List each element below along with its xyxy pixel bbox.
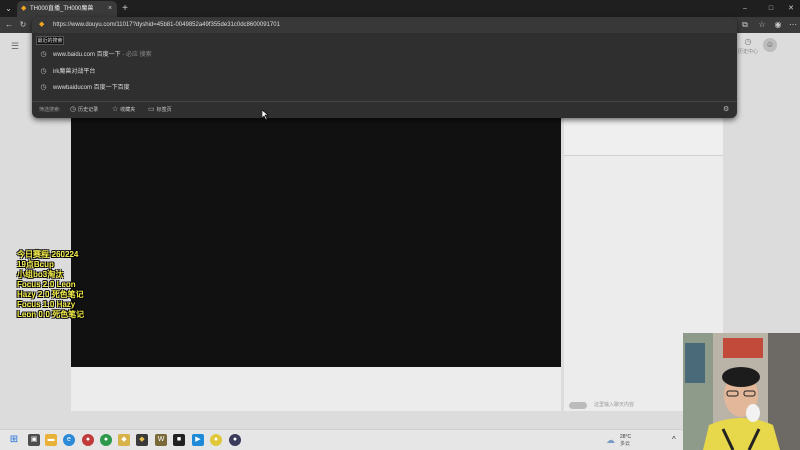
suggestion-text: wwwbaiducom 百度一下百度: [53, 85, 130, 91]
new-tab-button[interactable]: +: [119, 1, 131, 16]
app-icon-lime[interactable]: ●: [210, 434, 222, 446]
suggestion-subtext: - 必应 搜索: [120, 52, 152, 58]
overlay-line: Focus 1:0 Hazy: [17, 300, 76, 309]
site-icon: ◆: [39, 21, 45, 28]
history-icon: ◷: [40, 51, 47, 58]
chat-input-placeholder: 这里输入聊天内容: [594, 402, 635, 408]
history-center-button[interactable]: ◷ 历史中心: [735, 37, 761, 59]
suggestion-item[interactable]: ◷ www.baidu.com 百度一下 - 必应 搜索: [32, 47, 737, 63]
tab-title: TH000直播_TH000魔兽: [30, 6, 94, 12]
tray-chevron-icon[interactable]: ^: [672, 434, 682, 446]
app-icon-yellow[interactable]: ◆: [118, 434, 130, 446]
favorites-icon[interactable]: ☆: [756, 19, 768, 31]
hamburger-menu-icon[interactable]: ☰: [11, 41, 21, 51]
tabs-icon: ▭: [148, 106, 155, 113]
app-icon-red[interactable]: ●: [82, 434, 94, 446]
app-icon-dark[interactable]: ◆: [136, 434, 148, 446]
overlay-line: Focus 2:0 Leon: [17, 280, 76, 289]
maximize-button[interactable]: □: [764, 2, 778, 15]
search-filter-bar: 筛选搜索: ◷ 历史记录 ☆ 收藏夹 ▭ 标签页 ⚙: [32, 101, 737, 118]
close-window-button[interactable]: ✕: [784, 2, 798, 15]
suggestion-text: irk魔兽对战平台: [53, 69, 96, 75]
suggestion-text: www.baidu.com 百度一下: [53, 52, 121, 58]
back-button[interactable]: ←: [3, 19, 15, 31]
filter-favorites-button[interactable]: ☆ 收藏夹: [112, 105, 135, 115]
filter-tabs-label: 标签页: [156, 107, 172, 113]
address-bar-dropdown: ◆ https://www.douyu.com/11017?dyshid=45b…: [32, 17, 737, 118]
webcam-overlay: [683, 333, 800, 450]
history-icon: ◷: [40, 84, 47, 91]
overlay-line: Leon 0:0 死色笔记: [17, 310, 85, 319]
history-icon: ◷: [40, 68, 47, 75]
reload-button[interactable]: ↻: [17, 19, 29, 31]
overlay-line: 今日赛程-260224: [17, 250, 79, 259]
extensions-icon[interactable]: ⧉: [739, 19, 751, 31]
filter-tabs-button[interactable]: ▭ 标签页: [148, 105, 172, 115]
stream-schedule-overlay: 今日赛程-260224 19点Bcup 小组bo3淘汰 Focus 2:0 Le…: [17, 250, 107, 320]
tab-bar: ⌄ ◆ TH000直播_TH000魔兽 × + – □ ✕: [0, 0, 800, 17]
browser-tab[interactable]: ◆ TH000直播_TH000魔兽 ×: [17, 1, 117, 17]
profile-icon[interactable]: ◉: [772, 19, 784, 31]
warcraft-icon[interactable]: W: [155, 434, 167, 446]
app-icon-green[interactable]: ●: [100, 434, 112, 446]
address-bar[interactable]: ◆ https://www.douyu.com/11017?dyshid=45b…: [32, 17, 737, 33]
tab-actions-menu-icon[interactable]: ⌄: [2, 2, 15, 15]
mouse-cursor-icon: [262, 110, 269, 120]
suggestion-item[interactable]: ◷ wwwbaiducom 百度一下百度: [32, 80, 737, 96]
app-icon-blue[interactable]: ▶: [192, 434, 204, 446]
overlay-line: Hazy 2:0 死色笔记: [17, 290, 84, 299]
weather-desc: 多云: [620, 441, 631, 447]
gear-icon[interactable]: ⚙: [723, 105, 733, 115]
file-explorer-icon[interactable]: ▬: [45, 434, 57, 446]
task-view-icon[interactable]: ▣: [28, 434, 40, 446]
suggestion-item[interactable]: ◷ irk魔兽对战平台: [32, 64, 737, 80]
filter-history-button[interactable]: ◷ 历史记录: [70, 105, 98, 115]
filter-favorites-label: 收藏夹: [120, 107, 136, 113]
chat-input[interactable]: 这里输入聊天内容: [566, 398, 686, 412]
weather-temp: 28°C: [620, 434, 632, 440]
cloud-icon: ☁: [606, 435, 615, 445]
filter-history-label: 历史记录: [78, 107, 99, 113]
app-icon-purple[interactable]: ●: [229, 434, 241, 446]
filter-label: 筛选搜索:: [39, 107, 61, 113]
douyu-favicon-icon: ◆: [21, 5, 27, 12]
chat-toggle[interactable]: [569, 402, 587, 409]
overlay-line: 小组bo3淘汰: [17, 270, 64, 279]
video-player[interactable]: [71, 118, 561, 367]
edge-browser-icon[interactable]: e: [63, 434, 75, 446]
app-icon-black[interactable]: ■: [173, 434, 185, 446]
windows-start-icon[interactable]: ⊞: [8, 434, 20, 446]
tooltip: 最近的搜索: [36, 36, 64, 45]
avatar[interactable]: ☺: [763, 38, 777, 52]
star-icon: ☆: [112, 106, 119, 113]
url-text[interactable]: https://www.douyu.com/11017?dyshid=45b81…: [53, 19, 653, 31]
minimize-button[interactable]: –: [738, 2, 752, 15]
tab-close-icon[interactable]: ×: [108, 4, 116, 14]
more-icon[interactable]: ⋯: [787, 19, 799, 31]
weather-widget[interactable]: ☁ 28°C 多云: [606, 433, 646, 449]
history-icon: ◷: [70, 106, 77, 113]
webcam-figure: [683, 333, 800, 450]
taskbar: ⊞ ▣ ▬ e ● ● ◆ ◆ W ■ ▶ ● ● ☁ 28°C 多云 ^: [0, 429, 683, 450]
clock-icon: ◷: [744, 37, 752, 46]
overlay-line: 19点Bcup: [17, 260, 54, 269]
history-center-label: 历史中心: [737, 49, 758, 55]
